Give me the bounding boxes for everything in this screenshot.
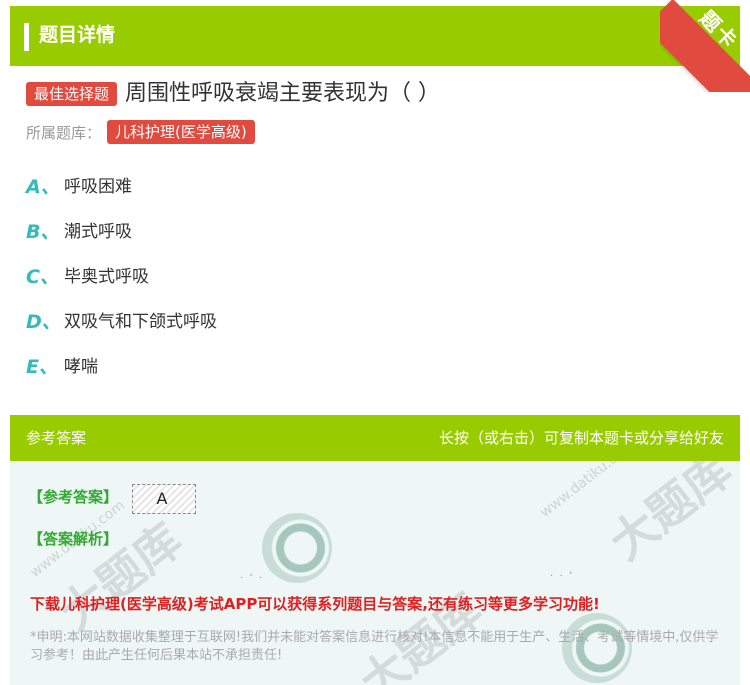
watermark-text: 大题库	[49, 512, 192, 641]
answer-section-header: 参考答案 长按（或右击）可复制本题卡或分享给好友	[10, 415, 740, 461]
page-title: 题目详情	[39, 24, 116, 46]
disclaimer-text: *申明:本网站数据收集整理于互联网!我们并未能对答案信息进行核对!本信息不能用于…	[30, 630, 719, 663]
option-text: 双吸气和下颌式呼吸	[64, 312, 217, 332]
watermark-dots: · · ʼ	[550, 571, 573, 582]
option-text: 毕奥式呼吸	[64, 267, 149, 287]
question-bank-row: 所属题库： 儿科护理(医学高级)	[26, 120, 255, 144]
options-list: A、 呼吸困难 B、 潮式呼吸 C、 毕奥式呼吸 D、 双吸气和下颌式呼吸 E、…	[26, 175, 217, 400]
answer-section-title: 参考答案	[26, 429, 87, 447]
question-bank-link[interactable]: 儿科护理(医学高级)	[107, 120, 255, 144]
share-hint: 长按（或右击）可复制本题卡或分享给好友	[438, 429, 724, 447]
question-text: 周围性呼吸衰竭主要表现为（ ）	[125, 81, 441, 106]
option-letter: C、	[26, 266, 59, 288]
option-text: 哮喘	[64, 357, 98, 377]
app-download-promo[interactable]: 下载儿科护理(医学高级)考试APP可以获得系列题目与答案,还有练习等更多学习功能…	[30, 593, 600, 614]
option-letter: B、	[26, 221, 60, 243]
answer-label: 【参考答案】	[28, 488, 119, 506]
header-bar: 题目详情	[10, 6, 740, 66]
option-b[interactable]: B、 潮式呼吸	[26, 220, 217, 265]
header-accent-bar	[24, 23, 29, 51]
option-text: 潮式呼吸	[64, 222, 132, 242]
option-letter: D、	[26, 311, 61, 333]
option-e[interactable]: E、 哮喘	[26, 355, 217, 400]
corner-ribbon: 题卡	[660, 0, 750, 92]
answer-value: A	[132, 484, 196, 514]
question-row: 最佳选择题 周围性呼吸衰竭主要表现为（ ）	[26, 80, 440, 108]
answer-section-body: 大题库 大题库 大题库 www.datiku.com www.datiku.co…	[10, 461, 740, 685]
option-text: 呼吸困难	[64, 177, 132, 197]
option-letter: E、	[26, 356, 58, 378]
option-letter: A、	[26, 176, 60, 198]
option-c[interactable]: C、 毕奥式呼吸	[26, 265, 217, 310]
explanation-label: 【答案解析】	[28, 530, 119, 548]
watermark-logo-icon	[262, 513, 332, 583]
option-a[interactable]: A、 呼吸困难	[26, 175, 217, 220]
question-bank-label: 所属题库：	[26, 123, 102, 142]
question-type-tag: 最佳选择题	[26, 82, 118, 106]
watermark-dots: · ʼ ·	[240, 573, 263, 584]
watermark-text: 大题库	[599, 461, 740, 571]
option-d[interactable]: D、 双吸气和下颌式呼吸	[26, 310, 217, 355]
